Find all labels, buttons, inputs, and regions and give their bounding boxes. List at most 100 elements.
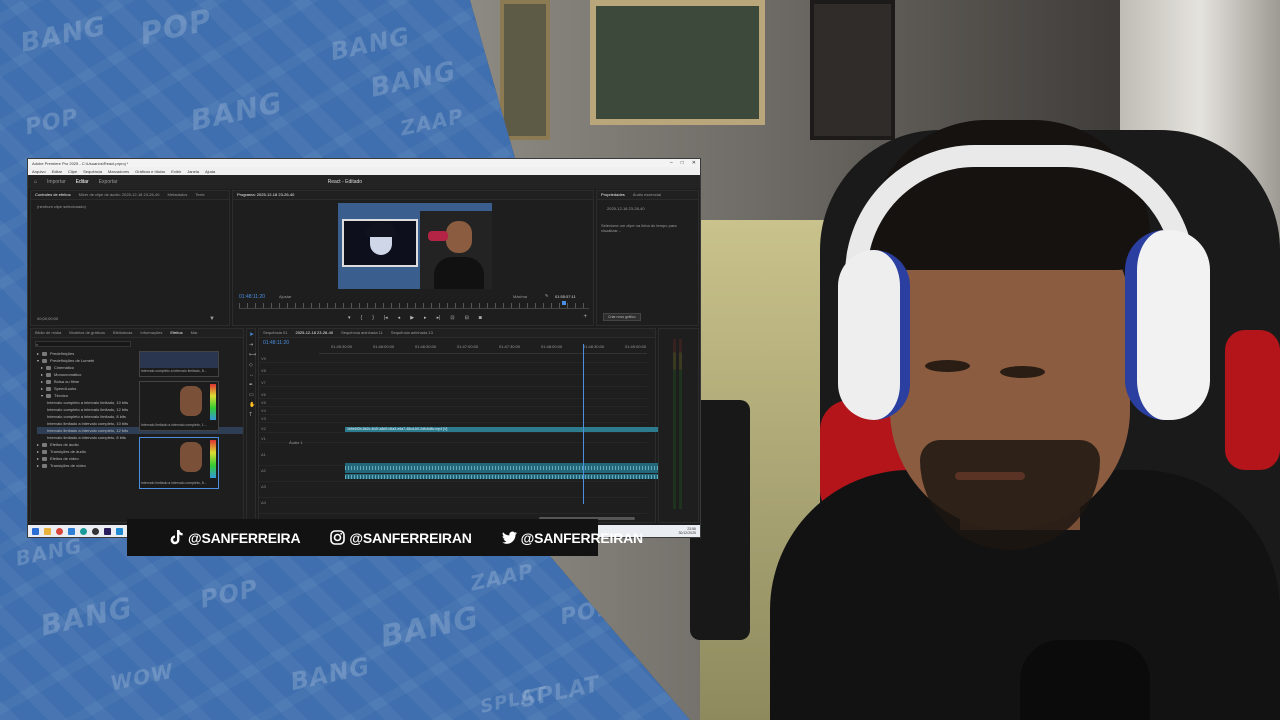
program-title[interactable]: Programa: 2025-12-18 23-26-40	[237, 192, 294, 198]
audio-clip[interactable]	[345, 474, 681, 479]
tab-info[interactable]: Informações	[140, 330, 162, 336]
timeline-panel[interactable]: Sequência 01 2025-12-18 23-26-40 Sequênc…	[258, 328, 681, 523]
premiere-window[interactable]: Adobe Premiere Pro 2025 - C:\Usuarios\Re…	[27, 158, 701, 538]
tab-properties[interactable]: Propriedades	[601, 192, 625, 198]
tab-export[interactable]: Exportar	[99, 179, 118, 185]
tab-metadata[interactable]: Metadados	[168, 192, 188, 198]
tab-edit[interactable]: Editar	[76, 179, 89, 185]
selection-tool-icon[interactable]: ➤	[247, 329, 255, 340]
ripple-edit-icon[interactable]: ⟷	[247, 350, 256, 360]
folder-icon[interactable]	[44, 527, 51, 535]
effect-controls-panel[interactable]: Controles de efeitos Mixer de clipe de á…	[30, 190, 230, 326]
track-v7[interactable]: V7	[259, 380, 647, 387]
tab-audio-mixer[interactable]: Mixer de clipe de áudio: 2025-12-18 23-2…	[79, 192, 160, 198]
menu-item[interactable]: Gráficos e títulos	[135, 169, 165, 174]
comic-word: BANG	[13, 533, 85, 571]
chrome-icon[interactable]	[56, 527, 63, 535]
tab-markers[interactable]: Mar	[191, 330, 198, 336]
effect-preview-thumbnail[interactable]: Intervalo limitado a intervalo completo,…	[139, 381, 219, 431]
window-titlebar[interactable]: Adobe Premiere Pro 2025 - C:\Usuarios\Re…	[28, 159, 700, 167]
minimize-icon[interactable]: –	[670, 160, 673, 166]
track-v9[interactable]: V9	[259, 356, 647, 363]
wrench-icon[interactable]: ✎	[545, 293, 548, 298]
wall-frame	[590, 0, 765, 125]
type-icon[interactable]: T	[247, 410, 255, 420]
obs-icon[interactable]	[92, 527, 99, 535]
effects-panel[interactable]: Biblio de mídia Modelos de gráficos Bibl…	[30, 328, 244, 523]
comic-word: BANG	[187, 85, 286, 138]
mark-in-icon[interactable]: ▾	[348, 315, 351, 321]
video-clip[interactable]: 1b5e6f2b-8b2c-4b2f-a8d9-b5a3-e6a7-48cd-b…	[345, 427, 681, 432]
track-v8[interactable]: V8	[259, 368, 647, 375]
menu-item[interactable]: Sequência	[83, 169, 102, 174]
menu-item[interactable]: Arquivo	[32, 169, 46, 174]
tab-sequence[interactable]: 2025-12-18 23-26-40	[295, 330, 333, 336]
track-v4[interactable]: V4	[259, 408, 647, 415]
tab-sequence[interactable]: Sequência 01	[263, 330, 287, 336]
menu-item[interactable]: Clipe	[68, 169, 77, 174]
close-icon[interactable]: ✕	[692, 160, 696, 166]
hand-icon[interactable]: ✋	[247, 400, 255, 410]
playhead-icon[interactable]	[562, 301, 566, 305]
menu-item[interactable]: Marcadores	[108, 169, 129, 174]
pen-icon[interactable]: ✒	[247, 380, 255, 390]
tab-libraries[interactable]: Bibliotecas	[113, 330, 132, 336]
home-icon[interactable]: ⌂	[34, 179, 37, 185]
in-point-icon[interactable]: {	[361, 315, 363, 321]
tab-sequence[interactable]: Sequência aninhada 11	[341, 330, 383, 336]
camera-icon[interactable]: ◙	[479, 315, 482, 321]
effect-preview-thumbnail[interactable]: Intervalo limitado a intervalo completo,…	[139, 437, 219, 489]
tab-text[interactable]: Textc	[195, 192, 204, 198]
step-forward-icon[interactable]: ▸|	[437, 315, 441, 321]
tab-effect-controls[interactable]: Controles de efeitos	[35, 192, 71, 198]
store-icon[interactable]	[68, 527, 75, 535]
effect-preview-thumbnail[interactable]: Intervalo completo a intervalo limitado,…	[139, 351, 219, 377]
razor-icon[interactable]: ◇	[247, 360, 255, 370]
out-point-icon[interactable]: }	[372, 315, 374, 321]
tab-import[interactable]: Importar	[47, 179, 66, 185]
track-a3[interactable]: A3	[259, 484, 647, 498]
vscode-icon[interactable]	[116, 527, 123, 535]
effects-search-input[interactable]: ⌕	[35, 341, 131, 347]
tab-effects[interactable]: Efeitos	[170, 330, 182, 336]
menu-item[interactable]: Janela	[187, 169, 199, 174]
timeline-playhead[interactable]	[583, 344, 584, 504]
track-v6[interactable]: V6	[259, 392, 647, 399]
lift-icon[interactable]: ⊡	[450, 315, 454, 321]
edge-icon[interactable]	[80, 527, 87, 535]
tab-media-browser[interactable]: Biblio de mídia	[35, 330, 61, 336]
play-icon[interactable]: ▶	[410, 315, 414, 321]
track-a4[interactable]: A4	[259, 500, 647, 514]
fit-dropdown[interactable]: Ajustar	[279, 294, 291, 299]
slip-icon[interactable]: ↔	[247, 370, 255, 380]
premiere-icon[interactable]	[104, 527, 111, 535]
track-v1[interactable]: V1	[259, 436, 647, 443]
menu-item[interactable]: Ajuda	[205, 169, 215, 174]
quality-dropdown[interactable]: Máxima	[513, 294, 527, 299]
frame-forward-icon[interactable]: ▸	[424, 315, 427, 321]
step-back-icon[interactable]: |◂	[384, 315, 388, 321]
new-graphic-button[interactable]: Criar novo gráfico	[603, 313, 641, 321]
extract-icon[interactable]: ⊟	[465, 315, 469, 321]
maximize-icon[interactable]: □	[681, 160, 684, 166]
properties-panel[interactable]: Propriedades Áudio essencial 2025-12-18 …	[596, 190, 699, 326]
menu-item[interactable]: Exibir	[171, 169, 181, 174]
menu-item[interactable]: Editar	[52, 169, 62, 174]
track-v3[interactable]: V3	[259, 416, 647, 423]
track-select-icon[interactable]: ⇥	[247, 340, 255, 350]
tab-graphics-templates[interactable]: Modelos de gráficos	[69, 330, 105, 336]
tab-essential-audio[interactable]: Áudio essencial	[633, 192, 661, 198]
start-icon[interactable]	[32, 527, 39, 535]
tab-sequence[interactable]: Sequência aninhada 13	[391, 330, 433, 336]
filter-icon[interactable]: ▼	[209, 316, 215, 322]
timeline-ruler[interactable]: 01:45:30:00 01:46:00:00 01:46:30:00 01:4…	[319, 344, 647, 354]
rectangle-icon[interactable]: ▭	[247, 390, 255, 400]
program-scrubber[interactable]	[239, 301, 589, 309]
twitter-icon	[501, 530, 517, 545]
track-v5[interactable]: V5	[259, 400, 647, 407]
add-button-icon[interactable]: +	[583, 314, 587, 320]
program-monitor[interactable]: Programa: 2025-12-18 23-26-40 01:48:11:2…	[232, 190, 594, 326]
taskbar-clock[interactable]: 23:56 30/12/2025	[678, 527, 696, 535]
frame-back-icon[interactable]: ◂	[398, 315, 401, 321]
audio-clip[interactable]	[345, 463, 681, 473]
